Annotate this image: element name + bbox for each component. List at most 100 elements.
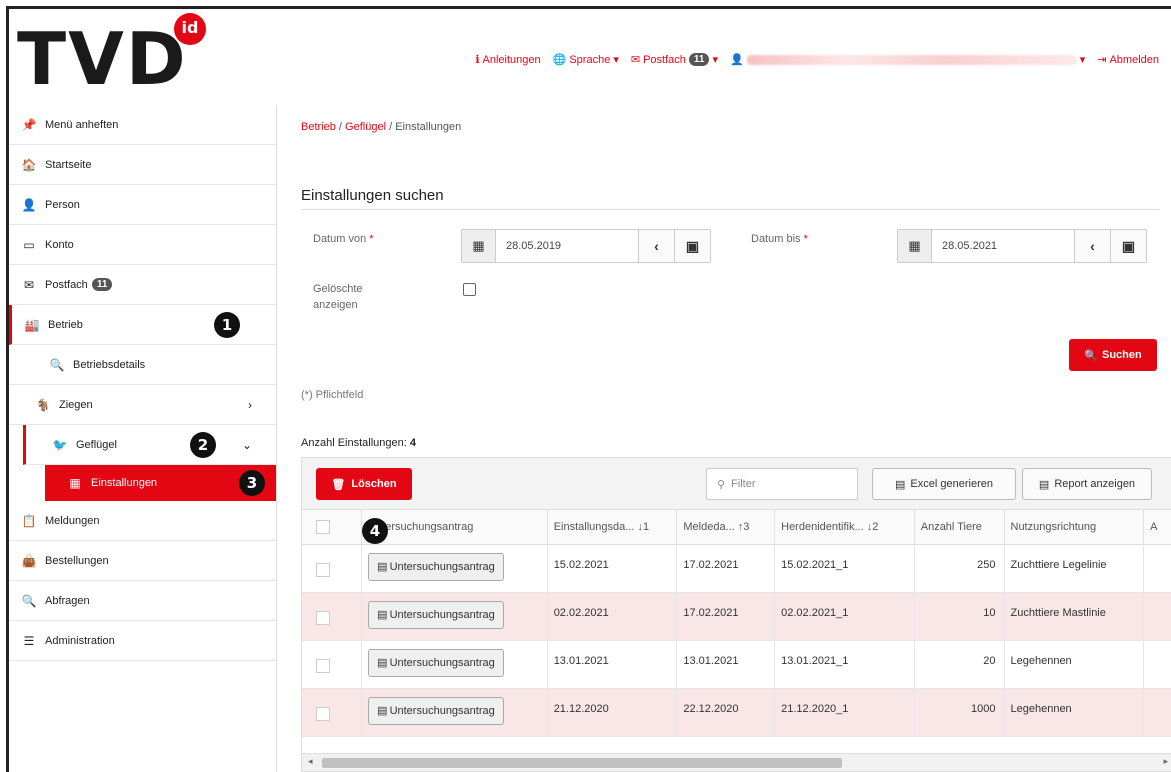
untersuchungsantrag-button[interactable]: ▤ Untersuchungsantrag xyxy=(368,600,504,629)
table-row[interactable]: ▤ Untersuchungsantrag 15.02.2021 17.02.20… xyxy=(302,544,1171,593)
chevron-right-icon: › xyxy=(248,397,252,412)
sidebar-item-startseite[interactable]: 🏠 Startseite xyxy=(9,145,276,185)
sidebar-item-ziegen[interactable]: 🐐 Ziegen › xyxy=(9,385,276,425)
column-header-more[interactable]: A xyxy=(1143,510,1171,545)
sidebar-item-betrieb[interactable]: 🏭 Betrieb 1 xyxy=(9,305,276,345)
column-header-nutzungsrichtung[interactable]: Nutzungsrichtung xyxy=(1004,510,1145,545)
date-previous-button[interactable]: ‹ xyxy=(1074,230,1110,262)
datum-von-field: ▦ 28.05.2019 ‹ ▣ xyxy=(461,229,711,263)
row-checkbox[interactable] xyxy=(316,610,330,625)
chevron-down-icon: ⌄ xyxy=(241,437,252,452)
sidebar-item-postfach[interactable]: ✉ Postfach 11 xyxy=(9,265,276,305)
sidebar: 📌 Menü anheften 🏠 Startseite 👤 Person ▭ … xyxy=(9,105,277,772)
sprache-dropdown[interactable]: 🌐 Sprache ▾ xyxy=(552,53,619,67)
goat-icon: 🐐 xyxy=(35,397,51,412)
sidebar-item-bestellungen[interactable]: 👜 Bestellungen xyxy=(9,541,276,581)
anzahl-tiere-cell: 10 xyxy=(914,592,1005,641)
sidebar-item-konto[interactable]: ▭ Konto xyxy=(9,225,276,265)
document-search-icon: 🔍 xyxy=(49,357,65,372)
postfach-dropdown[interactable]: ✉ Postfach 11 ▾ xyxy=(631,53,718,66)
scroll-left-icon[interactable]: ◂ xyxy=(308,756,313,767)
report-anzeigen-button[interactable]: ▤ Report anzeigen xyxy=(1022,468,1152,500)
globe-icon: 🌐 xyxy=(552,54,567,66)
column-header-einstallungsdatum[interactable]: Einstallungsda... ↓1 xyxy=(547,510,678,545)
extra-cell xyxy=(1143,688,1171,737)
herdenidentifikation-cell: 13.01.2021_1 xyxy=(774,640,915,689)
horizontal-scrollbar[interactable]: ◂ ▸ xyxy=(302,753,1171,771)
date-previous-button[interactable]: ‹ xyxy=(638,230,674,262)
sidebar-item-person[interactable]: 👤 Person xyxy=(9,185,276,225)
pflichtfeld-note: (*) Pflichtfeld xyxy=(301,389,364,401)
scrollbar-thumb[interactable] xyxy=(322,758,842,768)
loeschen-button[interactable]: 🗑 Löschen xyxy=(316,468,412,500)
calendar-picker-button[interactable]: ▣ xyxy=(674,230,710,262)
document-icon: ▤ xyxy=(1038,478,1050,491)
geloeschte-anzeigen-checkbox[interactable] xyxy=(463,283,476,296)
untersuchungsantrag-button[interactable]: ▤ Untersuchungsantrag xyxy=(368,552,504,581)
caret-down-icon: ▾ xyxy=(1079,54,1086,66)
table-row[interactable]: ▤ Untersuchungsantrag 21.12.2020 22.12.20… xyxy=(302,688,1171,737)
tvd-logo[interactable]: TVD xyxy=(17,23,188,95)
datum-von-input[interactable]: 28.05.2019 xyxy=(496,230,638,262)
column-header-anzahl-tiere[interactable]: Anzahl Tiere xyxy=(914,510,1005,545)
nutzungsrichtung-cell: Zuchttiere Legelinie xyxy=(1004,544,1145,593)
sidebar-item-label: Einstallungen xyxy=(91,477,158,489)
sidebar-item-label: Abfragen xyxy=(45,594,90,607)
table-row[interactable]: ▤ Untersuchungsantrag 02.02.2021 17.02.20… xyxy=(302,592,1171,641)
bird-icon: 🐦 xyxy=(52,437,68,452)
clipboard-icon: 📋 xyxy=(21,513,37,528)
sidebar-item-label: Bestellungen xyxy=(45,554,109,567)
row-checkbox[interactable] xyxy=(316,706,330,721)
select-all-checkbox[interactable] xyxy=(316,520,330,535)
column-header-herdenidentifikation[interactable]: Herdenidentifik... ↓2 xyxy=(774,510,915,545)
breadcrumb-betrieb[interactable]: Betrieb xyxy=(301,121,336,133)
sidebar-item-betriebsdetails[interactable]: 🔍 Betriebsdetails xyxy=(9,345,276,385)
scroll-right-icon[interactable]: ▸ xyxy=(1163,756,1168,767)
suchen-button[interactable]: 🔍 Suchen xyxy=(1069,339,1157,371)
untersuchungsantrag-label: Untersuchungsantrag xyxy=(389,704,495,717)
breadcrumb-gefluegel[interactable]: Geflügel xyxy=(345,121,386,133)
annotation-marker-1: 1 xyxy=(214,312,240,338)
filter-input[interactable]: ⚲ Filter xyxy=(706,468,858,500)
anzahl-tiere-cell: 20 xyxy=(914,640,1005,689)
datum-bis-input[interactable]: 28.05.2021 xyxy=(932,230,1074,262)
sidebar-item-label: Menü anheften xyxy=(45,118,119,131)
column-header-untersuchungsantrag[interactable]: Untersuchungsantrag xyxy=(361,510,548,545)
excel-generieren-button[interactable]: ▤ Excel generieren xyxy=(872,468,1016,500)
postfach-count-badge: 11 xyxy=(688,53,710,66)
datum-von-label: Datum von * xyxy=(313,233,374,245)
nutzungsrichtung-cell: Legehennen xyxy=(1004,640,1145,689)
sidebar-item-label: Ziegen xyxy=(59,398,93,411)
meldedatum-cell: 13.01.2021 xyxy=(676,640,776,689)
trash-icon: 🗑 xyxy=(331,478,346,491)
breadcrumb-separator: / xyxy=(338,121,342,133)
table-row[interactable]: ▤ Untersuchungsantrag 13.01.2021 13.01.20… xyxy=(302,640,1171,689)
meldedatum-cell: 17.02.2021 xyxy=(676,544,776,593)
abmelden-link[interactable]: ⇥ Abmelden xyxy=(1097,53,1159,67)
postfach-label: Postfach xyxy=(643,53,686,66)
nutzungsrichtung-cell: Legehennen xyxy=(1004,688,1145,737)
row-checkbox[interactable] xyxy=(316,658,330,673)
home-icon: 🏠 xyxy=(21,157,37,172)
untersuchungsantrag-button[interactable]: ▤ Untersuchungsantrag xyxy=(368,696,504,725)
user-dropdown[interactable]: 👤 ▾ xyxy=(730,53,1085,66)
form-icon: ▤ xyxy=(377,561,388,573)
row-checkbox[interactable] xyxy=(316,562,330,577)
sprache-label: Sprache xyxy=(569,53,611,66)
sidebar-item-meldungen[interactable]: 📋 Meldungen xyxy=(9,501,276,541)
top-navigation: ℹ Anleitungen 🌐 Sprache ▾ ✉ Postfach 11 … xyxy=(475,53,1159,66)
sidebar-item-gefluegel[interactable]: 🐦 Geflügel ⌄ 2 xyxy=(23,425,276,465)
untersuchungsantrag-label: Untersuchungsantrag xyxy=(389,560,495,573)
sidebar-item-einstallungen[interactable]: ▦ Einstallungen 3 xyxy=(45,465,276,501)
anleitungen-link[interactable]: ℹ Anleitungen xyxy=(475,53,540,67)
sidebar-item-administration[interactable]: ☰ Administration xyxy=(9,621,276,661)
sidebar-item-label: Betrieb xyxy=(48,318,83,331)
calendar-picker-button[interactable]: ▣ xyxy=(1110,230,1146,262)
untersuchungsantrag-button[interactable]: ▤ Untersuchungsantrag xyxy=(368,648,504,677)
nutzungsrichtung-cell: Zuchttiere Mastlinie xyxy=(1004,592,1145,641)
einstallungsdatum-cell: 02.02.2021 xyxy=(547,592,678,641)
factory-icon: 🏭 xyxy=(24,317,40,332)
sidebar-item-pin[interactable]: 📌 Menü anheften xyxy=(9,105,276,145)
sidebar-item-abfragen[interactable]: 🔍 Abfragen xyxy=(9,581,276,621)
column-header-meldedatum[interactable]: Meldeda... ↑3 xyxy=(676,510,776,545)
